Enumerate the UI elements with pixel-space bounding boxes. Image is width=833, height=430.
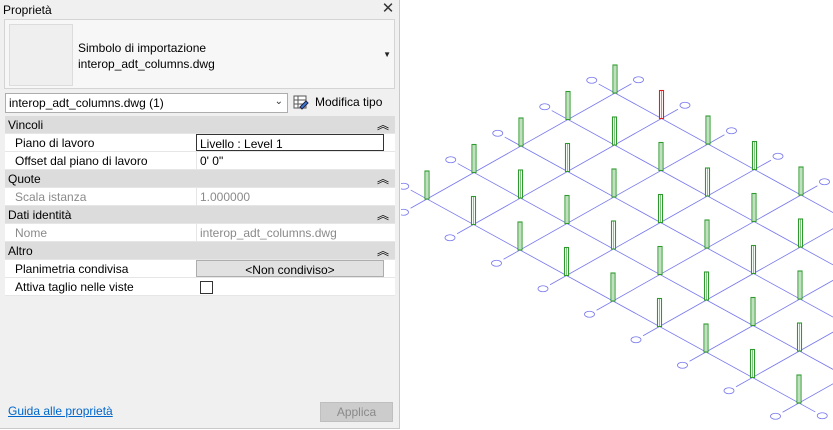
prop-row-enable-cut: Attiva taglio nelle viste	[5, 278, 395, 296]
prop-name: Scala istanza	[15, 190, 87, 204]
prop-row-instance-scale: Scala istanza 1.000000	[5, 188, 395, 206]
grid-bubble	[726, 127, 737, 135]
prop-row-work-plane-offset: Offset dal piano di lavoro 0' 0"	[5, 152, 395, 170]
shared-site-button[interactable]: <Non condiviso>	[196, 260, 384, 277]
edit-type-icon	[293, 95, 309, 110]
name-value: interop_adt_columns.dwg	[196, 224, 384, 241]
grid-bubble	[679, 101, 691, 109]
section-constraints[interactable]: Vincoli ︽	[5, 116, 395, 134]
grid-bubble	[537, 285, 549, 293]
grid-line	[504, 136, 833, 318]
grid-bubble	[772, 152, 784, 160]
grid-bubble	[723, 387, 735, 395]
apply-button[interactable]: Applica	[320, 402, 393, 422]
prop-name: Offset dal piano di lavoro	[15, 154, 148, 168]
grid-bubble	[491, 259, 502, 267]
grid-bubble	[770, 412, 781, 420]
grid-line	[782, 383, 833, 413]
section-identity-data[interactable]: Dati identità ︽	[5, 206, 395, 224]
prop-name: Planimetria condivisa	[15, 262, 129, 276]
instance-scale-value: 1.000000	[196, 188, 384, 205]
double-chevron-up-icon[interactable]: ︽	[377, 170, 389, 187]
grid-bubble	[584, 310, 595, 318]
grid-bubble	[445, 156, 457, 164]
grid-bubble	[401, 182, 410, 190]
enable-cut-checkbox[interactable]	[200, 281, 213, 294]
prop-row-work-plane: Piano di lavoro Livello : Level 1	[5, 134, 395, 152]
prop-name: Attiva taglio nelle viste	[15, 280, 134, 294]
grid-line	[457, 163, 833, 370]
type-preview-image	[9, 24, 73, 86]
3d-view-canvas[interactable]	[401, 0, 833, 430]
chevron-down-icon[interactable]: ⌄	[275, 96, 283, 107]
properties-grid: Vincoli ︽ Piano di lavoro Livello : Leve…	[5, 116, 395, 296]
palette-titlebar: Proprietà ✕	[0, 0, 399, 19]
grid-bubble	[401, 208, 409, 216]
type-name-label: interop_adt_columns.dwg	[78, 57, 215, 71]
grid-line	[551, 110, 833, 266]
prop-name: Piano di lavoro	[15, 136, 95, 150]
type-selector[interactable]: Simbolo di importazione interop_adt_colu…	[4, 19, 395, 89]
prop-name: Nome	[15, 226, 48, 240]
close-icon[interactable]: ✕	[380, 1, 396, 17]
double-chevron-up-icon[interactable]: ︽	[377, 206, 389, 223]
palette-title: Proprietà	[3, 3, 52, 17]
properties-palette: Proprietà ✕ Simbolo di importazione inte…	[0, 0, 400, 429]
section-dimensions[interactable]: Quote ︽	[5, 170, 395, 188]
grid-bubble	[539, 103, 551, 111]
prop-row-name: Nome interop_adt_columns.dwg	[5, 224, 395, 242]
instance-filter-value: interop_adt_columns.dwg (1)	[9, 96, 164, 110]
grid-line	[689, 279, 833, 362]
section-title: Dati identità	[8, 208, 72, 222]
double-chevron-up-icon[interactable]: ︽	[377, 116, 389, 133]
grid-bubble	[819, 178, 830, 186]
grid-bubble	[444, 234, 456, 242]
type-family-label: Simbolo di importazione	[78, 41, 207, 55]
instance-filter-select[interactable]: interop_adt_columns.dwg (1) ⌄	[5, 93, 288, 113]
properties-help-link[interactable]: Guida alle proprietà	[8, 404, 113, 418]
work-plane-field[interactable]: Livello : Level 1	[196, 134, 384, 151]
grid-bubble	[633, 76, 644, 84]
grid-bubble	[586, 76, 598, 84]
dropdown-arrow-icon[interactable]: ▼	[383, 50, 391, 59]
work-plane-offset-field[interactable]: 0' 0"	[196, 152, 384, 169]
section-other[interactable]: Altro ︽	[5, 242, 395, 260]
double-chevron-up-icon[interactable]: ︽	[377, 242, 389, 259]
section-title: Quote	[8, 172, 41, 186]
edit-type-label: Modifica tipo	[315, 95, 383, 109]
prop-row-shared-site: Planimetria condivisa <Non condiviso>	[5, 260, 395, 278]
type-name: Simbolo di importazione interop_adt_colu…	[78, 40, 215, 72]
grid-bubble	[492, 129, 504, 137]
grid-bubble	[816, 412, 828, 420]
section-title: Vincoli	[8, 118, 44, 132]
grid-bubble	[630, 336, 642, 344]
grid-bubble	[677, 361, 688, 369]
section-title: Altro	[8, 244, 33, 258]
